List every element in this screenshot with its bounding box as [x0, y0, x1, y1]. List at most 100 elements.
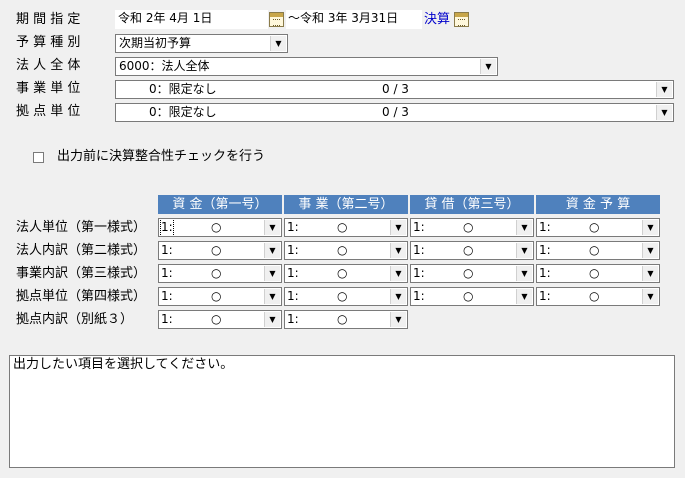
consistency-check-label: 出力前に決算整合性チェックを行う — [57, 149, 266, 164]
cell-mark: ○ — [463, 220, 474, 234]
chevron-down-icon[interactable]: ▼ — [390, 266, 406, 281]
chevron-down-icon[interactable]: ▼ — [390, 243, 406, 258]
chevron-down-icon[interactable]: ▼ — [480, 59, 496, 74]
output-select[interactable]: 1: ○ ▼ — [410, 218, 534, 237]
chevron-down-icon[interactable]: ▼ — [264, 266, 280, 281]
base-unit-select[interactable]: 0：限定なし 0 / 3 ▼ — [115, 103, 674, 122]
period-label: 期 間 指 定 — [16, 12, 81, 27]
cell-code: 1: — [539, 243, 551, 257]
budget-type-label: 予 算 種 別 — [16, 35, 81, 50]
output-select[interactable]: 1: ○ ▼ — [536, 241, 660, 260]
output-select[interactable]: 1: ○ ▼ — [158, 264, 282, 283]
output-select[interactable]: 1: ○ ▼ — [158, 218, 282, 237]
base-unit-value: 0：限定なし — [149, 105, 217, 119]
cell-code: 1: — [413, 289, 425, 303]
chevron-down-icon[interactable]: ▼ — [390, 220, 406, 235]
period-from-value: 令和 2年 4月 1日 — [118, 11, 213, 25]
cell-mark: ○ — [463, 266, 474, 280]
chevron-down-icon[interactable]: ▼ — [264, 243, 280, 258]
cell-mark: ○ — [463, 289, 474, 303]
cell-code: 1: — [413, 266, 425, 280]
row-label: 法人内訳（第二様式） — [16, 243, 147, 258]
chevron-down-icon[interactable]: ▼ — [656, 82, 672, 97]
cell-code: 1: — [287, 266, 299, 280]
chevron-down-icon[interactable]: ▼ — [516, 220, 532, 235]
cell-code: 1: — [160, 219, 174, 236]
output-select[interactable]: 1: ○ ▼ — [284, 264, 408, 283]
cell-code: 1: — [161, 266, 173, 280]
budget-type-value: 次期当初予算 — [119, 36, 192, 50]
chevron-down-icon[interactable]: ▼ — [516, 266, 532, 281]
business-unit-count: 0 / 3 — [382, 82, 409, 96]
calendar-icon[interactable] — [269, 12, 284, 27]
chevron-down-icon[interactable]: ▼ — [642, 289, 658, 304]
output-select[interactable]: 1: ○ ▼ — [284, 241, 408, 260]
chevron-down-icon[interactable]: ▼ — [264, 220, 280, 235]
period-to-value: ～令和 3年 3月31日 — [288, 11, 399, 25]
cell-mark: ○ — [211, 220, 222, 234]
cell-mark: ○ — [337, 266, 348, 280]
chevron-down-icon[interactable]: ▼ — [642, 220, 658, 235]
cell-mark: ○ — [589, 243, 600, 257]
budget-type-select[interactable]: 次期当初予算 ▼ — [115, 34, 288, 53]
output-select[interactable]: 1: ○ ▼ — [158, 287, 282, 306]
chevron-down-icon[interactable]: ▼ — [390, 289, 406, 304]
output-select[interactable]: 1: ○ ▼ — [536, 264, 660, 283]
business-unit-select[interactable]: 0：限定なし 0 / 3 ▼ — [115, 80, 674, 99]
chevron-down-icon[interactable]: ▼ — [656, 105, 672, 120]
cell-mark: ○ — [337, 220, 348, 234]
output-select[interactable]: 1: ○ ▼ — [410, 287, 534, 306]
cell-mark: ○ — [211, 289, 222, 303]
cell-code: 1: — [161, 243, 173, 257]
business-unit-value: 0：限定なし — [149, 82, 217, 96]
cell-code: 1: — [161, 289, 173, 303]
period-to-field[interactable]: ～令和 3年 3月31日 — [286, 10, 422, 29]
output-select[interactable]: 1: ○ ▼ — [536, 287, 660, 306]
output-select[interactable]: 1: ○ ▼ — [284, 218, 408, 237]
cell-code: 1: — [287, 243, 299, 257]
output-select[interactable]: 1: ○ ▼ — [284, 287, 408, 306]
corporation-select[interactable]: 6000：法人全体 ▼ — [115, 57, 498, 76]
chevron-down-icon[interactable]: ▼ — [642, 243, 658, 258]
chevron-down-icon[interactable]: ▼ — [264, 312, 280, 327]
corporation-label: 法 人 全 体 — [16, 58, 81, 73]
output-select[interactable]: 1: ○ ▼ — [410, 264, 534, 283]
cell-mark: ○ — [463, 243, 474, 257]
cell-code: 1: — [413, 243, 425, 257]
cell-mark: ○ — [211, 243, 222, 257]
cell-mark: ○ — [211, 312, 222, 326]
cell-mark: ○ — [589, 266, 600, 280]
chevron-down-icon[interactable]: ▼ — [270, 36, 286, 51]
cell-mark: ○ — [589, 289, 600, 303]
cell-mark: ○ — [211, 266, 222, 280]
kessan-link[interactable]: 決算 — [424, 12, 450, 28]
chevron-down-icon[interactable]: ▼ — [390, 312, 406, 327]
cell-mark: ○ — [589, 220, 600, 234]
cell-code: 1: — [539, 266, 551, 280]
calendar-icon[interactable] — [454, 12, 469, 27]
output-select[interactable]: 1: ○ ▼ — [284, 310, 408, 329]
cell-code: 1: — [539, 220, 551, 234]
corporation-value: 6000：法人全体 — [119, 59, 210, 73]
cell-code: 1: — [287, 289, 299, 303]
row-label: 事業内訳（第三様式） — [16, 266, 147, 281]
cell-mark: ○ — [337, 243, 348, 257]
output-select[interactable]: 1: ○ ▼ — [536, 218, 660, 237]
consistency-check-checkbox[interactable] — [33, 152, 44, 163]
column-header-jigyo: 事 業（第二号） — [284, 195, 408, 214]
row-label: 拠点内訳（別紙３） — [16, 312, 134, 327]
cell-mark: ○ — [337, 289, 348, 303]
chevron-down-icon[interactable]: ▼ — [516, 289, 532, 304]
chevron-down-icon[interactable]: ▼ — [264, 289, 280, 304]
output-select[interactable]: 1: ○ ▼ — [410, 241, 534, 260]
chevron-down-icon[interactable]: ▼ — [516, 243, 532, 258]
column-header-taishaku: 貸 借（第三号） — [410, 195, 534, 214]
cell-code: 1: — [287, 220, 299, 234]
cell-code: 1: — [539, 289, 551, 303]
chevron-down-icon[interactable]: ▼ — [642, 266, 658, 281]
output-select[interactable]: 1: ○ ▼ — [158, 310, 282, 329]
base-unit-label: 拠 点 単 位 — [16, 104, 81, 119]
output-select[interactable]: 1: ○ ▼ — [158, 241, 282, 260]
period-from-field[interactable]: 令和 2年 4月 1日 — [115, 10, 268, 29]
column-header-shikin: 資 金（第一号） — [158, 195, 282, 214]
